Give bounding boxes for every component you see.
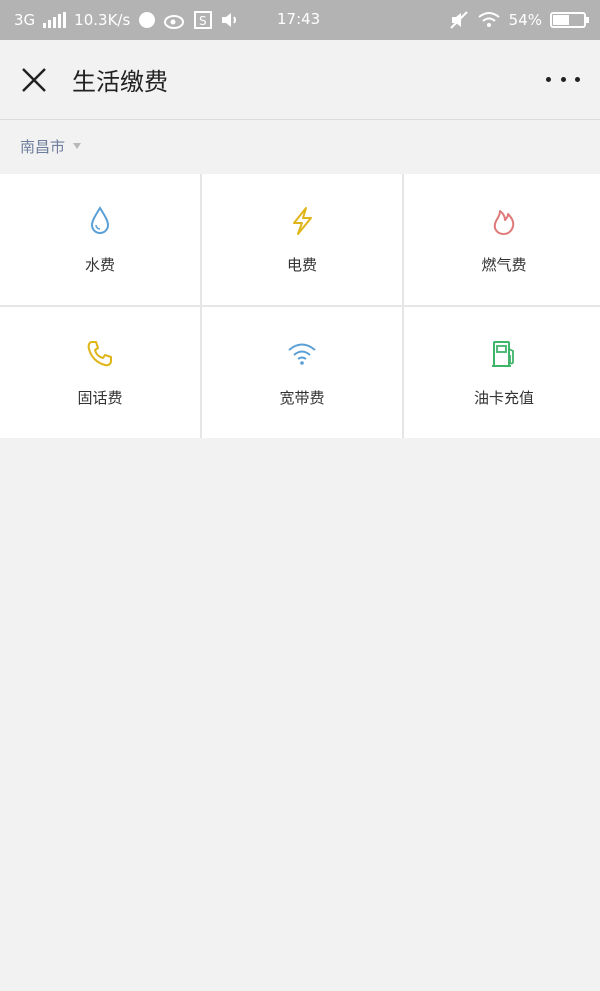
status-bar: 3G 10.3K/s S 17:43 54%	[0, 0, 600, 40]
close-icon[interactable]	[20, 66, 48, 94]
status-time: 17:43	[277, 10, 321, 28]
signal-strength-icon	[43, 12, 67, 28]
city-name: 南昌市	[20, 137, 66, 156]
more-options-icon[interactable]	[546, 76, 580, 84]
mute-icon	[449, 11, 469, 29]
service-label: 宽带费	[279, 389, 325, 407]
battery-icon	[550, 12, 589, 28]
network-type: 3G	[14, 11, 36, 29]
chat-bubble-icon	[138, 11, 156, 29]
wifi-icon	[285, 337, 319, 375]
service-label: 油卡充值	[473, 389, 534, 407]
network-speed: 10.3K/s	[74, 11, 131, 29]
service-fuel-card[interactable]: 油卡充值	[404, 307, 600, 438]
dropdown-caret-icon	[73, 143, 82, 149]
wifi-status-icon	[477, 11, 501, 29]
lightning-icon	[285, 204, 319, 242]
service-broadband[interactable]: 宽带费	[202, 307, 402, 438]
service-label: 电费	[286, 256, 317, 274]
service-landline[interactable]: 固话费	[0, 307, 200, 438]
flame-icon	[487, 204, 521, 242]
page-title: 生活缴费	[72, 68, 168, 96]
nav-bar: 生活缴费	[0, 40, 600, 120]
service-grid: 水费 电费 燃气费 固话费 宽带费 油卡充值	[0, 174, 600, 438]
service-electricity[interactable]: 电费	[202, 174, 402, 305]
service-gas[interactable]: 燃气费	[404, 174, 600, 305]
weibo-icon	[164, 11, 186, 29]
city-selector[interactable]: 南昌市	[20, 136, 82, 157]
service-label: 固话费	[77, 389, 123, 407]
s-app-icon: S	[194, 11, 213, 29]
city-row: 南昌市	[0, 120, 600, 172]
battery-level	[553, 15, 569, 25]
water-drop-icon	[83, 204, 117, 242]
battery-percent: 54%	[508, 11, 542, 29]
service-label: 水费	[84, 256, 115, 274]
service-label: 燃气费	[481, 256, 527, 274]
fuel-pump-icon	[487, 337, 521, 375]
phone-icon	[83, 337, 117, 375]
svg-text:S: S	[199, 14, 207, 28]
service-water[interactable]: 水费	[0, 174, 200, 305]
volume-icon	[220, 11, 240, 29]
